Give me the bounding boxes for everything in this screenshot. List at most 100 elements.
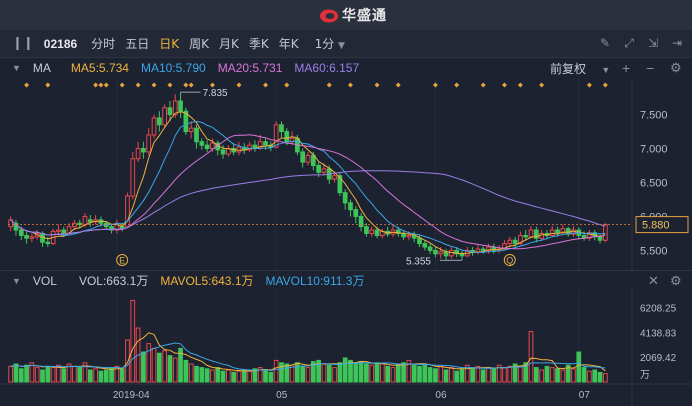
volume-bar <box>130 299 136 383</box>
tab-yearly-k[interactable]: 年K <box>279 35 299 52</box>
sidebar-collapse-icon[interactable]: ⇥ <box>670 36 684 50</box>
expand-icon[interactable]: ⇲ <box>646 36 660 50</box>
time-tick-label: 07 <box>579 390 591 401</box>
high-price-label: 7.835 <box>203 88 228 99</box>
tab-weekly-k[interactable]: 周K <box>189 35 209 52</box>
toolbar: ❙❙ 02186 分时 五日 日K 周K 月K 季K 年K 1分 ▼ ✎ ⤢ ⇲… <box>0 30 692 58</box>
volume-bar <box>374 362 380 383</box>
candle-body <box>61 229 67 234</box>
candle-body <box>459 253 465 257</box>
add-indicator-icon[interactable]: + <box>622 60 630 76</box>
volume-bar <box>231 371 237 383</box>
signal-markers <box>24 82 608 88</box>
settings-gear-icon[interactable]: ⚙ <box>670 60 682 76</box>
volume-bar <box>141 351 146 383</box>
candle-body <box>528 229 534 238</box>
close-vol-icon[interactable]: ✕ <box>648 273 659 289</box>
price-axis: 7.5007.0006.5006.0005.5005.8807.8355.355… <box>8 88 689 267</box>
brand-logo-icon <box>320 9 338 23</box>
price-tick-label: 7.500 <box>640 110 668 122</box>
collapse-vol-icon[interactable]: ▼ <box>12 276 21 286</box>
candle-body <box>263 141 268 146</box>
signal-diamond <box>98 82 104 88</box>
volume-bar <box>528 331 534 383</box>
volume-bar <box>337 362 343 383</box>
signal-diamond <box>454 82 460 88</box>
volume-bar <box>321 363 327 383</box>
candle-body <box>417 237 422 245</box>
volume-bar <box>358 361 364 383</box>
ma-lines <box>10 111 606 255</box>
candle-body <box>549 229 555 236</box>
volume-bar <box>247 370 252 383</box>
volume-bar <box>172 357 178 383</box>
candle-body <box>316 165 321 173</box>
volume-bar <box>61 368 67 383</box>
candle-body <box>358 215 364 228</box>
signal-diamond <box>45 82 51 88</box>
event-marker-label: Q <box>506 256 513 266</box>
candle-body <box>194 127 199 143</box>
volume-bar <box>555 368 560 383</box>
tab-quarterly-k[interactable]: 季K <box>249 35 269 52</box>
tab-five-day[interactable]: 五日 <box>125 35 149 52</box>
adjust-select[interactable]: 前复权 ▼ <box>550 60 622 77</box>
volume-bar <box>225 369 231 383</box>
volume-bar <box>587 370 592 383</box>
volume-bar <box>433 368 438 383</box>
tab-daily-k[interactable]: 日K <box>159 35 179 52</box>
time-tick-label: 06 <box>435 390 447 401</box>
candle-body <box>135 148 141 160</box>
candle-body <box>82 215 88 226</box>
signal-diamond <box>188 82 194 88</box>
volume-bar <box>119 368 125 383</box>
candle-body <box>433 249 438 255</box>
minus-indicator-icon[interactable]: − <box>646 60 654 76</box>
signal-diamond <box>539 82 545 88</box>
collapse-ma-icon[interactable]: ▼ <box>12 63 21 73</box>
volume-bar <box>390 367 396 383</box>
candle-body <box>332 175 337 180</box>
vol-settings-gear-icon[interactable]: ⚙ <box>670 273 682 289</box>
volume-bar <box>454 370 460 383</box>
volume-bar <box>379 363 385 383</box>
volume-bar <box>204 368 210 383</box>
signal-diamond <box>374 82 380 88</box>
candle-body <box>401 232 406 238</box>
price-tick-label: 6.500 <box>640 177 668 189</box>
panel-toggle-icon[interactable]: ❙❙ <box>12 36 34 51</box>
tab-intraday[interactable]: 分时 <box>91 35 115 52</box>
candle-body <box>438 251 444 255</box>
minute-select[interactable]: 1分 ▼ <box>315 35 345 52</box>
signal-diamond <box>395 82 401 88</box>
fullscreen-icon[interactable]: ⤢ <box>622 36 636 50</box>
volume-bar <box>72 365 77 383</box>
ma5-line <box>10 111 606 255</box>
candle-body <box>236 146 242 153</box>
volume-bar <box>98 370 104 383</box>
signal-diamond <box>167 82 173 88</box>
vol-tick-label: 2069.42 <box>640 353 677 364</box>
tab-monthly-k[interactable]: 月K <box>219 35 239 52</box>
signal-diamond <box>24 82 30 88</box>
volume-bar <box>273 359 279 383</box>
signal-diamond <box>480 82 486 88</box>
volume-chart[interactable]: 6208.25 4138.83 2069.42 万 2019-04 05 06 07 <box>0 290 692 406</box>
low-price-label: 5.355 <box>406 256 431 267</box>
volume-bar <box>449 367 454 383</box>
candle-body <box>507 239 513 245</box>
vol-label: VOL <box>32 273 57 288</box>
volume-bar <box>77 367 83 383</box>
candle-body <box>555 229 560 234</box>
volume-bar <box>40 369 45 383</box>
current-price-label: 5.880 <box>642 220 670 232</box>
volume-bar <box>87 369 93 383</box>
pencil-icon[interactable]: ✎ <box>598 36 612 50</box>
adjust-select-value: 前复权 <box>550 61 587 76</box>
candle-body <box>273 124 279 148</box>
price-chart[interactable]: 7.5007.0006.5006.0005.5005.8807.8355.355… <box>0 78 692 270</box>
mavol10-value: MAVOL10:911.3万 <box>265 274 365 288</box>
volume-bar <box>194 365 199 383</box>
candle-body <box>130 158 136 197</box>
volume-bar <box>300 365 306 383</box>
